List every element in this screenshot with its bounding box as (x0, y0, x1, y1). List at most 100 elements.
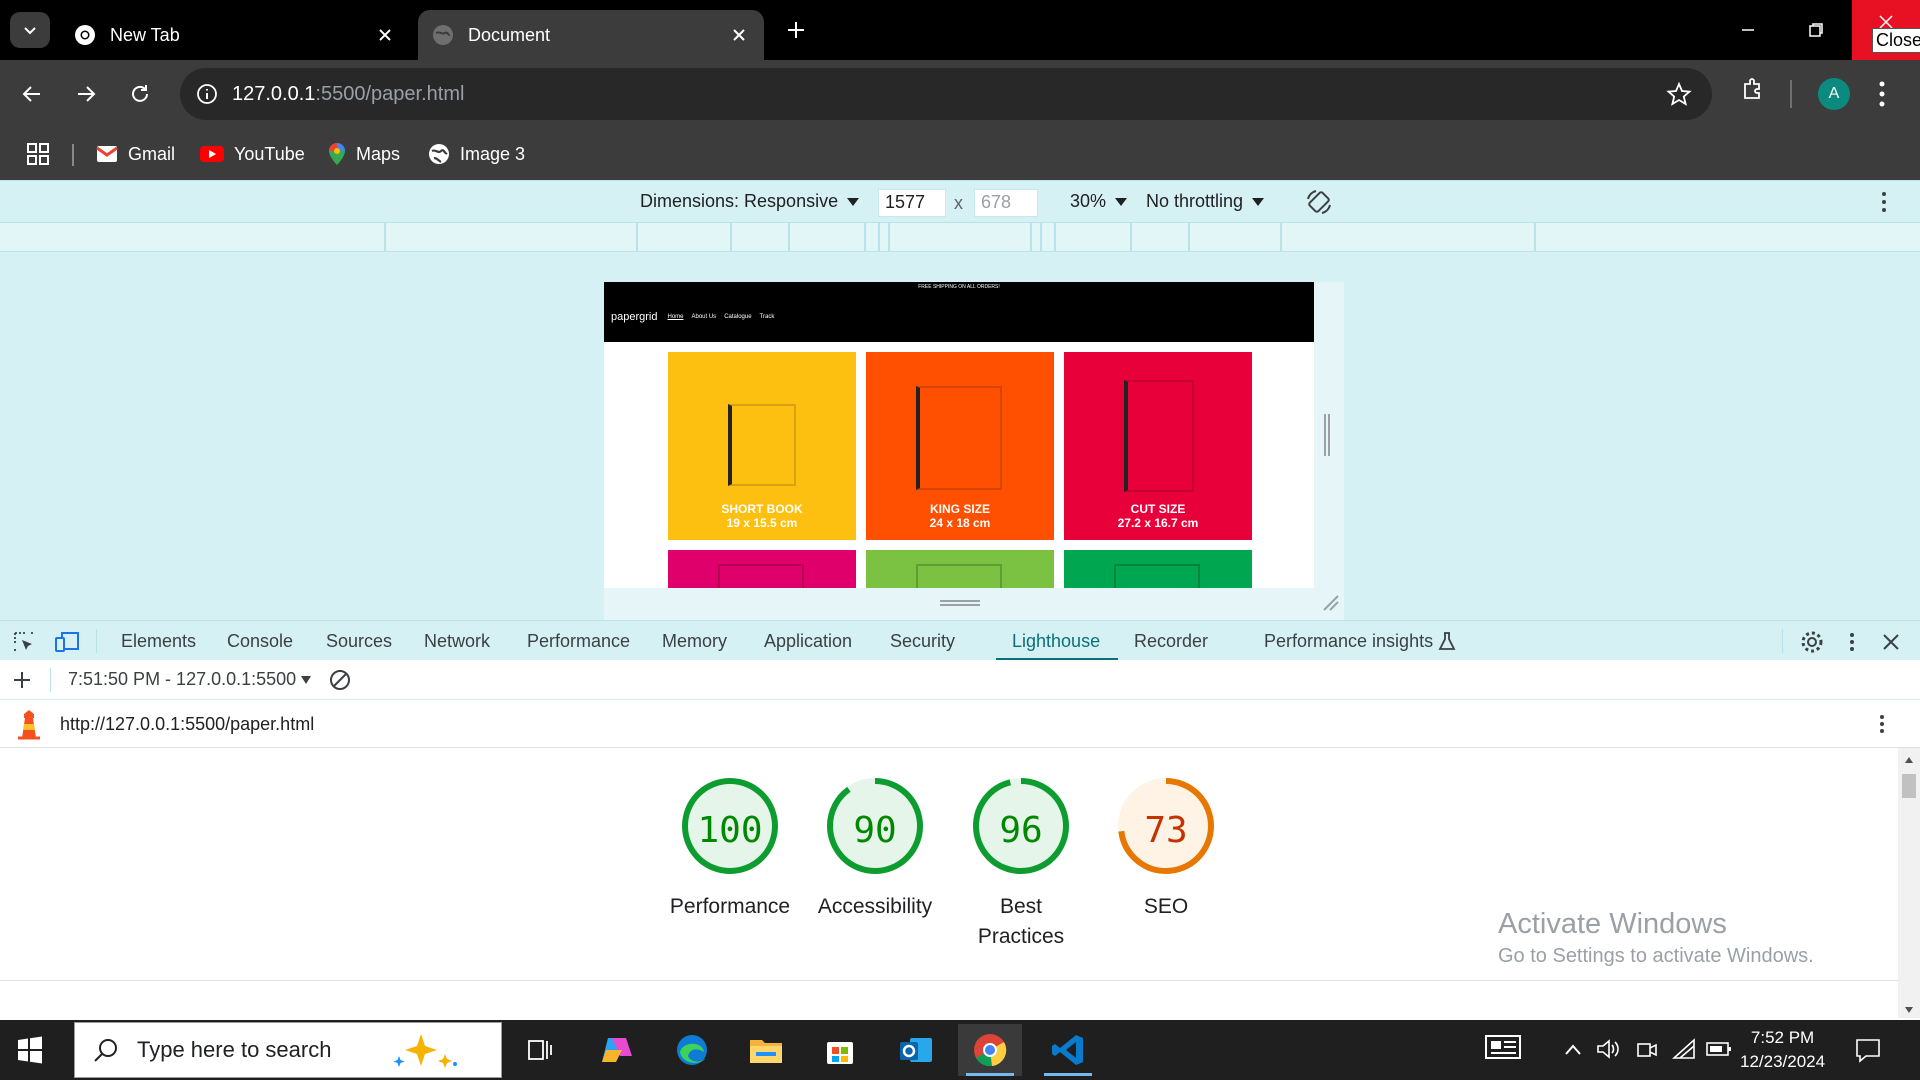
device-toggle-icon[interactable] (54, 630, 80, 654)
tab-memory[interactable]: Memory (662, 631, 727, 652)
device-height-input[interactable]: 678 (974, 189, 1038, 217)
tab-sources[interactable]: Sources (326, 631, 392, 652)
device-width-input[interactable]: 1577 (878, 189, 946, 217)
tab-network[interactable]: Network (424, 631, 490, 652)
clear-block-icon[interactable] (328, 668, 352, 692)
tab-console[interactable]: Console (227, 631, 293, 652)
score-gauge-seo[interactable]: 73 SEO (1096, 776, 1236, 922)
close-icon[interactable] (1882, 633, 1900, 651)
dimensions-label: Dimensions: Responsive (640, 191, 839, 211)
bookmark-maps[interactable]: Maps (328, 138, 400, 170)
throttling-dropdown[interactable]: No throttling (1146, 191, 1265, 212)
score-label: Accessibility (817, 895, 933, 918)
restore-icon (1809, 23, 1823, 37)
reload-button[interactable] (122, 76, 158, 112)
tab-performance[interactable]: Performance (527, 631, 630, 652)
bookmark-youtube[interactable]: YouTube (200, 138, 305, 170)
apps-grid-icon (27, 143, 49, 165)
tab-performance-insights[interactable]: Performance insights (1264, 631, 1433, 652)
forward-button[interactable] (68, 76, 104, 112)
product-card[interactable] (668, 550, 856, 588)
gear-icon[interactable] (1800, 630, 1824, 654)
news-widget[interactable] (1484, 1032, 1522, 1062)
taskbar-edge[interactable] (660, 1024, 724, 1076)
product-card[interactable]: KING SIZE 24 x 18 cm (866, 352, 1054, 540)
kebab-menu-icon[interactable] (1846, 630, 1858, 654)
taskbar-vscode[interactable] (1036, 1024, 1100, 1076)
new-tab-button[interactable] (780, 14, 812, 46)
taskbar-task-view[interactable] (508, 1024, 572, 1076)
apps-button[interactable] (26, 138, 60, 170)
site-logo[interactable]: papergrid (611, 311, 657, 323)
score-gauge-performance[interactable]: 100 Performance (660, 776, 800, 922)
notification-icon[interactable] (1854, 1036, 1882, 1064)
tab-elements[interactable]: Elements (121, 631, 196, 652)
product-card[interactable] (1064, 550, 1252, 588)
taskbar-clock[interactable]: 7:52 PM 12/23/2024 (1740, 1026, 1825, 1074)
taskbar-copilot[interactable] (584, 1024, 648, 1076)
windows-start-icon[interactable] (14, 1034, 46, 1066)
chevron-up-icon[interactable] (1564, 1042, 1582, 1056)
taskbar-store[interactable] (808, 1024, 872, 1076)
tab-recorder[interactable]: Recorder (1134, 631, 1208, 652)
plus-icon[interactable] (12, 670, 32, 690)
wifi-icon[interactable] (1672, 1038, 1698, 1062)
resize-corner-icon[interactable] (1322, 594, 1340, 612)
media-query-bar[interactable] (0, 222, 1920, 252)
taskbar-file-explorer[interactable] (734, 1024, 798, 1076)
site-info-icon[interactable] (196, 83, 218, 105)
notebook-image (1114, 564, 1200, 588)
kebab-menu-icon[interactable] (1876, 712, 1888, 736)
taskbar-search[interactable]: Type here to search (74, 1022, 502, 1078)
site-nav-catalogue[interactable]: Catalogue (724, 314, 751, 320)
bookmark-gmail[interactable]: Gmail (96, 138, 175, 170)
score-gauge-accessibility[interactable]: 90 Accessibility (805, 776, 945, 922)
tab-close-button[interactable] (728, 24, 750, 46)
bookmark-image-3[interactable]: Image 3 (428, 138, 525, 170)
experiment-flask-icon (1438, 632, 1456, 650)
scroll-down-icon[interactable] (1904, 1006, 1914, 1014)
taskbar-chrome[interactable] (958, 1024, 1022, 1076)
inspect-element-icon[interactable] (12, 630, 36, 654)
profile-avatar[interactable]: A (1818, 78, 1850, 110)
battery-icon[interactable] (1706, 1040, 1732, 1058)
extensions-icon[interactable] (1740, 76, 1766, 102)
emulated-page[interactable]: FREE SHIPPING ON ALL ORDERS! papergrid H… (604, 282, 1314, 588)
product-card[interactable]: CUT SIZE 27.2 x 16.7 cm (1064, 352, 1252, 540)
tab-close-button[interactable] (374, 24, 396, 46)
taskbar-outlook[interactable] (884, 1024, 948, 1076)
resize-handle-right[interactable] (1324, 414, 1330, 456)
tab-document[interactable]: Document (418, 10, 764, 60)
zoom-dropdown[interactable]: 30% (1070, 191, 1128, 212)
kebab-menu-icon[interactable] (1878, 189, 1890, 215)
back-button[interactable] (14, 76, 50, 112)
dimensions-dropdown[interactable]: Dimensions: Responsive (640, 191, 860, 212)
site-nav-about[interactable]: About Us (692, 314, 717, 320)
meet-now-icon[interactable] (1636, 1038, 1658, 1062)
site-nav-home[interactable]: Home (667, 314, 683, 320)
tab-application[interactable]: Application (764, 631, 852, 652)
scroll-up-icon[interactable] (1904, 756, 1914, 764)
resize-handle-bottom[interactable] (940, 600, 980, 606)
tab-lighthouse[interactable]: Lighthouse (1012, 631, 1100, 652)
tab-new-tab[interactable]: New Tab (60, 10, 410, 60)
minimize-icon (1742, 29, 1754, 31)
minimize-button[interactable] (1726, 8, 1770, 52)
product-card[interactable] (866, 550, 1054, 588)
product-card[interactable]: SHORT BOOK 19 x 15.5 cm (668, 352, 856, 540)
address-bar[interactable]: 127.0.0.1:5500/paper.html (180, 68, 1712, 120)
site-nav-track[interactable]: Track (760, 314, 775, 320)
tab-security[interactable]: Security (890, 631, 955, 652)
restore-button[interactable] (1794, 8, 1838, 52)
scroll-thumb[interactable] (1902, 774, 1916, 798)
kebab-menu-icon[interactable] (1872, 76, 1892, 112)
score-value: 100 (697, 810, 763, 851)
report-select-dropdown[interactable]: 7:51:50 PM - 127.0.0.1:5500 (68, 669, 312, 690)
score-value: 90 (853, 810, 897, 851)
score-gauge-best-practices[interactable]: 96 Best Practices (951, 776, 1091, 952)
speaker-icon[interactable] (1596, 1038, 1620, 1060)
arrow-left-icon (22, 86, 40, 102)
tab-search-button[interactable] (10, 12, 50, 48)
rotate-icon[interactable] (1304, 187, 1334, 217)
bookmark-star-icon[interactable] (1666, 81, 1692, 107)
